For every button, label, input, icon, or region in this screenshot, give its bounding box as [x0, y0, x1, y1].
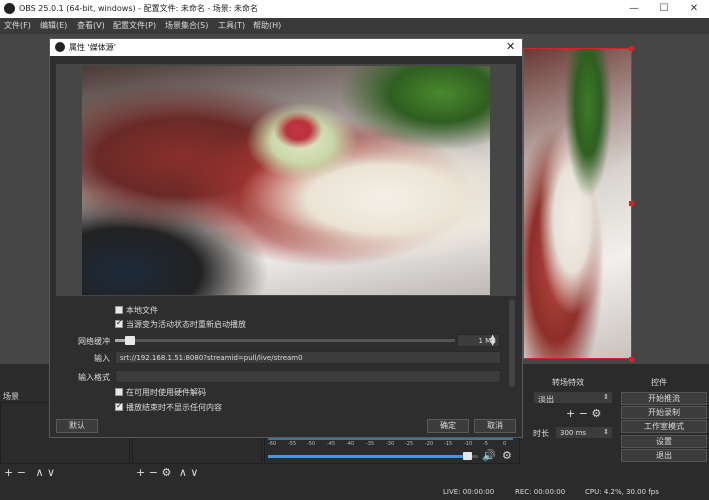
minimize-icon[interactable]: —: [619, 0, 649, 18]
cpu-fps: CPU: 4.2%, 30.00 fps: [585, 488, 659, 496]
buffer-slider-handle[interactable]: [125, 336, 135, 345]
restart-label: 当源变为活动状态时重新启动播放: [126, 320, 246, 329]
properties-dialog: 属性 '媒体源' ✕ 本地文件 当源变为活动状态时重新启动播放 网络缓冲 1 M…: [49, 38, 523, 438]
input-format-field[interactable]: [115, 370, 501, 383]
hide-on-end-checkbox[interactable]: [115, 401, 123, 411]
speaker-icon[interactable]: 🔊: [482, 449, 496, 462]
resize-handle[interactable]: [629, 357, 634, 362]
meter-tick-label: -40: [346, 441, 355, 447]
controls-dock-title: 控件: [651, 378, 667, 387]
menu-tools[interactable]: 工具(T): [218, 20, 245, 31]
menu-scene-collection[interactable]: 场景集合(S): [165, 20, 208, 31]
live-timer: LIVE: 00:00:00: [443, 488, 495, 496]
buffer-slider-fill: [115, 339, 125, 342]
input-label: 输入: [94, 354, 110, 363]
hide-on-end-label: 播放结束时不显示任何内容: [126, 403, 222, 412]
start-streaming-button[interactable]: 开始推流: [621, 392, 707, 405]
transitions-dock-title: 转场特效: [552, 378, 584, 387]
meter-tick-label: 0: [503, 441, 507, 447]
chevron-updown-icon: ⇕: [603, 393, 609, 401]
meter-tick-label: -30: [386, 441, 395, 447]
gear-icon[interactable]: ⚙: [591, 407, 601, 420]
duration-label: 时长: [533, 429, 549, 438]
meter-tick-label: -15: [444, 441, 453, 447]
meter-tick-label: -10: [464, 441, 473, 447]
volume-slider-handle[interactable]: [463, 452, 472, 460]
menu-view[interactable]: 查看(V): [77, 20, 105, 31]
transition-toolbar: + − ⚙: [566, 407, 601, 420]
rec-timer: REC: 00:00:00: [515, 488, 566, 496]
menu-profile[interactable]: 配置文件(P): [113, 20, 156, 31]
resize-handle[interactable]: [629, 201, 634, 206]
transition-select-value: 淡出: [538, 395, 554, 404]
chevron-updown-icon: ⇕: [603, 428, 609, 436]
dialog-title: 属性 '媒体源': [69, 43, 116, 52]
remove-icon[interactable]: −: [149, 466, 158, 479]
hw-decode-checkbox[interactable]: [115, 388, 123, 396]
settings-button[interactable]: 设置: [621, 435, 707, 448]
add-icon[interactable]: +: [136, 466, 145, 479]
remove-icon[interactable]: −: [17, 466, 26, 479]
move-down-icon[interactable]: ∨: [190, 466, 198, 479]
buffer-slider-track[interactable]: [115, 339, 455, 342]
menu-edit[interactable]: 编辑(E): [40, 20, 67, 31]
maximize-icon[interactable]: ☐: [649, 0, 679, 18]
media-preview-image: [82, 66, 490, 295]
volume-slider-fill: [268, 455, 472, 458]
menu-help[interactable]: 帮助(H): [253, 20, 281, 31]
sources-toolbar: + − ⚙ ∧ ∨: [136, 466, 198, 479]
obs-logo-icon: [4, 3, 15, 14]
meter-ticks: -60 -55 -50 -45 -40 -35 -30 -25 -20 -15 -10 -5 0: [268, 441, 513, 450]
meter-tick-label: -55: [288, 441, 297, 447]
scenes-toolbar: + − ∧ ∨: [4, 466, 55, 479]
dialog-scrollbar[interactable]: [509, 299, 515, 387]
local-file-checkbox[interactable]: [115, 306, 123, 314]
gear-icon[interactable]: ⚙: [161, 466, 171, 479]
hw-decode-label: 在可用时使用硬件解码: [126, 388, 206, 397]
preview-source-image[interactable]: [523, 48, 632, 359]
statusbar: LIVE: 00:00:00 REC: 00:00:00 CPU: 4.2%, …: [0, 486, 709, 500]
duration-spinbox[interactable]: 300 ms ⇕: [555, 426, 613, 439]
duration-value: 300 ms: [560, 429, 587, 437]
meter-tick-label: -60: [268, 441, 277, 447]
remove-icon[interactable]: −: [579, 407, 588, 420]
close-icon[interactable]: ✕: [679, 0, 709, 18]
add-icon[interactable]: +: [4, 466, 13, 479]
resize-handle[interactable]: [629, 46, 634, 51]
move-down-icon[interactable]: ∨: [47, 466, 55, 479]
input-format-label: 输入格式: [78, 373, 110, 382]
input-url-value: srt://192.168.1.51:8080?streamid=pull/li…: [120, 354, 303, 362]
meter-tick-label: -45: [327, 441, 336, 447]
buffer-label: 网络缓冲: [78, 337, 110, 346]
ok-button[interactable]: 确定: [427, 419, 469, 433]
dialog-titlebar: 属性 '媒体源' ✕: [50, 39, 522, 56]
start-recording-button[interactable]: 开始录制: [621, 406, 707, 419]
close-icon[interactable]: ✕: [506, 40, 515, 53]
meter-tick-label: -50: [307, 441, 316, 447]
defaults-button[interactable]: 默认: [56, 419, 98, 433]
window-titlebar: OBS 25.0.1 (64-bit, windows) - 配置文件: 未命名…: [0, 0, 709, 18]
add-icon[interactable]: +: [566, 407, 575, 420]
studio-mode-button[interactable]: 工作室模式: [621, 420, 707, 433]
restart-checkbox[interactable]: [115, 318, 123, 328]
cancel-button[interactable]: 取消: [474, 419, 516, 433]
local-file-label: 本地文件: [126, 306, 158, 315]
meter-tick-label: -20: [425, 441, 434, 447]
window-title: OBS 25.0.1 (64-bit, windows) - 配置文件: 未命名…: [19, 4, 259, 13]
meter-tick-label: -25: [405, 441, 414, 447]
input-url-field[interactable]: srt://192.168.1.51:8080?streamid=pull/li…: [115, 351, 501, 364]
scenes-dock-title: 场景: [3, 392, 19, 401]
transition-select[interactable]: 淡出 ⇕: [533, 391, 613, 404]
move-up-icon[interactable]: ∧: [35, 466, 43, 479]
gear-icon[interactable]: ⚙: [502, 449, 512, 462]
meter-tick-label: -35: [366, 441, 375, 447]
exit-button[interactable]: 退出: [621, 449, 707, 462]
move-up-icon[interactable]: ∧: [179, 466, 187, 479]
spin-arrows-icon[interactable]: ▲ ▼: [490, 334, 495, 347]
menubar: 文件(F) 编辑(E) 查看(V) 配置文件(P) 场景集合(S) 工具(T) …: [0, 18, 709, 34]
menu-file[interactable]: 文件(F): [4, 20, 31, 31]
meter-tick-label: -5: [483, 441, 488, 447]
obs-logo-icon: [55, 42, 65, 52]
